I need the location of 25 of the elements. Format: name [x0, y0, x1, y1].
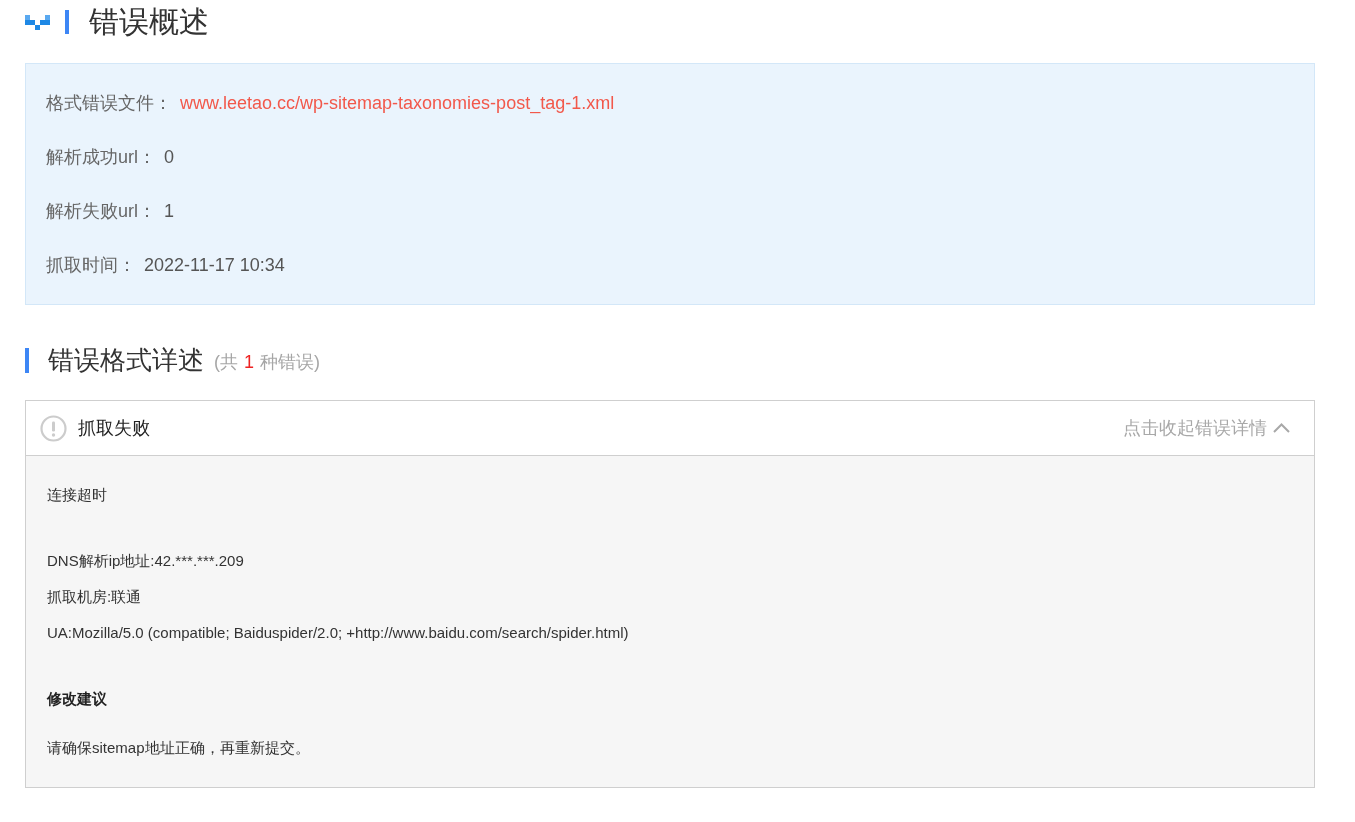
info-label: 解析成功url： [46, 146, 156, 169]
section-accent-bar [25, 347, 29, 373]
page-title: 错误概述 [89, 4, 209, 40]
detail-line: UA:Mozilla/5.0 (compatible; Baiduspider/2.0; +http://www.baidu.com/search/spider.html) [47, 623, 630, 643]
info-value: 1 [164, 200, 175, 222]
advice-text: 请确保sitemap地址正确，再重新提交。 [47, 738, 311, 758]
detail-line: DNS解析ip地址:42.***.***.209 [47, 551, 245, 571]
count-text: (共 [214, 351, 238, 374]
logo-icon [25, 14, 50, 30]
file-link[interactable]: www.leetao.cc/wp-sitemap-taxonomies-post_tag-1.xml [180, 92, 615, 114]
title-accent-bar [65, 10, 69, 34]
alert-icon [40, 414, 67, 442]
count-text: 种错误) [260, 351, 320, 374]
info-label: 解析失败url： [46, 200, 156, 223]
info-label: 格式错误文件： [46, 92, 172, 115]
info-label: 抓取时间： [46, 254, 136, 277]
section-title: 错误格式详述 [48, 343, 204, 377]
info-value: 0 [164, 146, 175, 168]
detail-line: 抓取机房:联通 [47, 587, 143, 607]
collapse-toggle[interactable]: 点击收起错误详情 [1123, 416, 1290, 440]
error-title: 抓取失败 [78, 417, 150, 440]
error-count: 1 [244, 351, 254, 373]
advice-title: 修改建议 [47, 689, 108, 709]
info-value: 2022-11-17 10:34 [144, 254, 285, 276]
error-reason: 连接超时 [47, 485, 108, 505]
